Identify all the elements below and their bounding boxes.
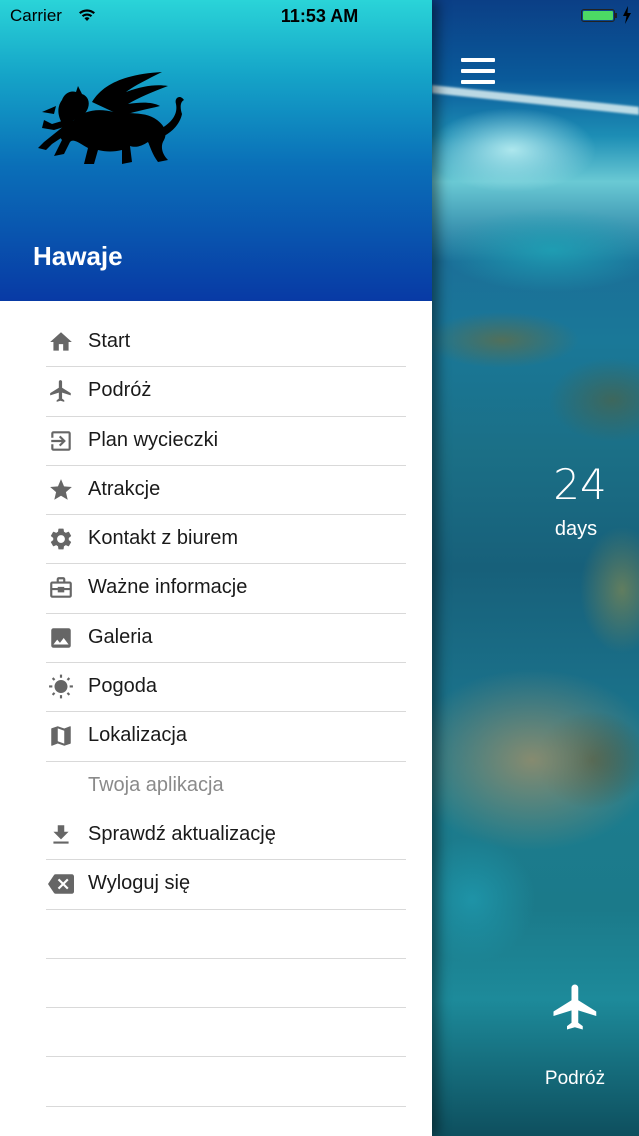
menu-item-label: Start (88, 330, 131, 352)
section-header-twoja-aplikacja: Twoja aplikacja (0, 762, 432, 811)
image-icon (51, 628, 71, 648)
bottom-podroz-label[interactable]: Podróż (530, 1068, 620, 1090)
menu-item-atrakcje[interactable]: Atrakcje (0, 466, 432, 516)
star-icon (50, 479, 72, 500)
side-drawer: Hawaje Start Podróż Plan wycieczki Atrak… (0, 0, 432, 1136)
menu-item-label: Kontakt z biurem (88, 527, 239, 550)
status-bar: Carrier 11:53 AM (0, 0, 639, 32)
menu-item-plan-wycieczki[interactable]: Plan wycieczki (0, 417, 432, 466)
divider (46, 1105, 406, 1107)
menu-item-label: Podróż (88, 379, 152, 402)
drawer-header: Hawaje (0, 0, 432, 301)
map-icon (51, 726, 71, 747)
battery-icon (581, 9, 615, 22)
empty-row (0, 1008, 432, 1058)
airplane-icon[interactable] (549, 980, 603, 1034)
menu-item-label: Atrakcje (88, 477, 161, 500)
griffin-logo-icon (38, 72, 184, 164)
menu-item-podroz[interactable]: Podróż (0, 367, 432, 417)
drawer-menu-list: Start Podróż Plan wycieczki Atrakcje Kon… (0, 318, 432, 1107)
status-time: 11:53 AM (280, 6, 359, 26)
charging-bolt-icon (623, 6, 631, 24)
home-icon (50, 332, 72, 351)
main-content (432, 0, 639, 1136)
section-header-label: Twoja aplikacja (88, 773, 224, 796)
countdown-unit: days (554, 518, 598, 540)
briefcase-icon (50, 577, 72, 599)
download-icon (53, 825, 69, 844)
countdown-value: 24 (553, 460, 607, 509)
menu-item-label: Sprawdź aktualizację (88, 822, 276, 845)
menu-item-wazne-informacje[interactable]: Ważne informacje (0, 564, 432, 614)
menu-item-label: Plan wycieczki (88, 428, 219, 451)
menu-item-wyloguj[interactable]: Wyloguj się (0, 860, 432, 910)
menu-item-lokalizacja[interactable]: Lokalizacja (0, 712, 432, 762)
menu-item-label: Wyloguj się (88, 872, 191, 895)
drawer-title: Hawaje (33, 241, 123, 271)
menu-item-sprawdz-aktualizacje[interactable]: Sprawdź aktualizację (0, 811, 432, 861)
menu-item-label: Pogoda (88, 675, 157, 698)
backspace-icon (48, 874, 74, 895)
gear-icon (50, 528, 72, 550)
battery-tip (615, 13, 617, 18)
menu-item-pogoda[interactable]: Pogoda (0, 663, 432, 713)
hamburger-menu-icon[interactable] (461, 58, 495, 88)
airplane-icon (50, 380, 71, 403)
sun-icon (49, 674, 73, 699)
menu-item-galeria[interactable]: Galeria (0, 614, 432, 664)
menu-item-kontakt[interactable]: Kontakt z biurem (0, 515, 432, 565)
login-arrow-icon (51, 430, 71, 451)
menu-item-label: Galeria (88, 625, 153, 648)
empty-row (0, 959, 432, 1009)
empty-row (0, 910, 432, 959)
menu-item-start[interactable]: Start (0, 318, 432, 368)
menu-item-label: Lokalizacja (88, 724, 187, 747)
empty-row (0, 1057, 432, 1107)
menu-item-label: Ważne informacje (88, 576, 248, 599)
